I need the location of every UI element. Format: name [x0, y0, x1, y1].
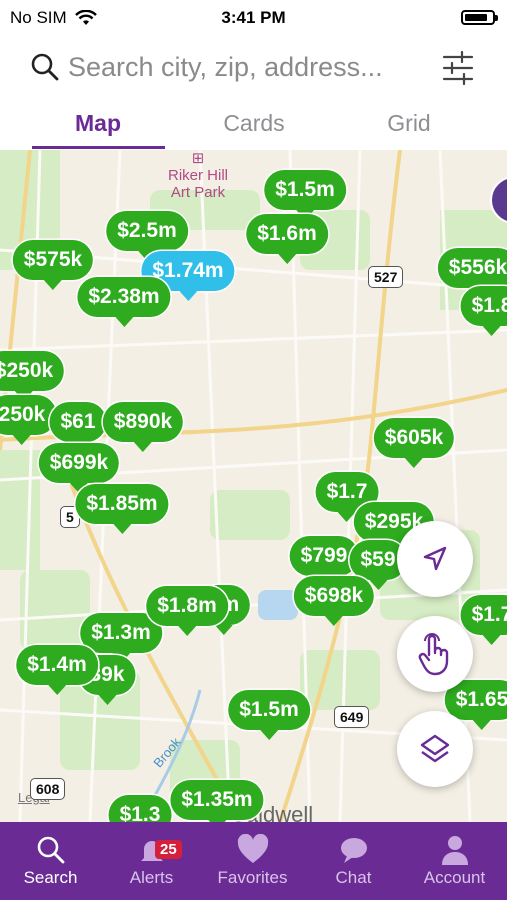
price-label: $575k — [12, 240, 94, 280]
price-pin[interactable]: $1.85m — [75, 484, 169, 534]
price-pin[interactable]: $698k — [293, 576, 375, 626]
price-pin[interactable]: $1.3 — [108, 795, 172, 822]
pin-tail — [405, 458, 423, 468]
nav-label: Favorites — [217, 868, 288, 887]
alert-count-badge: 25 — [155, 840, 182, 859]
locate-button[interactable] — [397, 521, 473, 597]
nav-account[interactable]: Account — [404, 832, 505, 888]
nav-label: Account — [423, 868, 486, 887]
pin-tail — [483, 635, 501, 645]
nav-chat[interactable]: Chat — [303, 832, 404, 888]
clock: 3:41 PM — [221, 8, 286, 27]
navigation-arrow-icon — [423, 546, 447, 571]
price-label: $2.38m — [77, 277, 171, 317]
price-pin[interactable]: $1.4m — [16, 645, 98, 695]
search-icon — [31, 53, 59, 81]
pin-tail — [114, 317, 133, 327]
price-label: $799 — [289, 536, 359, 576]
price-label: $2.5m — [106, 211, 188, 251]
price-label: $1.8 — [460, 286, 507, 326]
price-label: $605k — [373, 418, 455, 458]
pin-tail — [483, 326, 501, 336]
highway-shield: 608 — [30, 778, 66, 800]
price-pin[interactable]: $1.6m — [246, 214, 328, 264]
pin-tail — [259, 730, 278, 740]
layers-button[interactable] — [397, 711, 473, 787]
pin-tail — [177, 626, 196, 636]
tab-bar: Search Alerts 25 Favorites Chat Account — [0, 822, 507, 900]
pin-tail — [112, 524, 131, 534]
tab-map[interactable]: Map — [28, 110, 168, 137]
search-icon — [37, 836, 64, 864]
price-label: $1.7 — [460, 595, 507, 635]
price-label: $1.6m — [246, 214, 328, 254]
price-pin[interactable]: $2.38m — [77, 277, 171, 327]
price-label: $1.5m — [228, 690, 310, 730]
price-label: $556k — [437, 248, 507, 288]
heart-icon — [237, 834, 268, 863]
price-label: $1.8m — [146, 586, 228, 626]
nav-label: Chat — [335, 868, 372, 887]
nav-label: Alerts — [129, 868, 174, 887]
price-label: $1.5m — [264, 170, 346, 210]
price-pin[interactable]: $1.35m — [170, 780, 264, 822]
price-pin[interactable]: 250k — [0, 395, 57, 445]
highway-shield: 649 — [334, 706, 370, 728]
pin-tail — [13, 435, 31, 445]
filter-icon[interactable] — [440, 48, 476, 88]
search-bar[interactable]: Search city, zip, address... — [0, 40, 507, 96]
map-view[interactable]: ⊞ Riker Hill Art Park Caldwell Legal Bro… — [0, 150, 507, 822]
pin-tail — [178, 291, 197, 301]
pin-tail — [47, 685, 66, 695]
price-pin[interactable]: $605k — [373, 418, 455, 468]
active-tab-indicator — [32, 146, 165, 149]
battery-icon — [461, 10, 498, 25]
price-label: $699k — [38, 443, 120, 483]
price-pin[interactable]: $1.8m — [146, 586, 228, 636]
layers-icon — [420, 734, 450, 763]
price-label: $250k — [0, 351, 65, 391]
view-tabs: Map Cards Grid — [0, 104, 507, 151]
hand-pointer-icon — [418, 633, 449, 676]
price-label: $890k — [102, 402, 184, 442]
price-label: $1.35m — [170, 780, 264, 820]
price-label: $698k — [293, 576, 375, 616]
status-bar: No SIM 3:41 PM — [0, 0, 507, 34]
nav-alerts[interactable]: Alerts 25 — [101, 832, 202, 888]
price-pin[interactable]: $250k — [0, 351, 65, 401]
price-label: $1.85m — [75, 484, 169, 524]
pin-tail — [325, 616, 343, 626]
price-pin[interactable]: $1.8 — [460, 286, 507, 336]
price-label: $1.4m — [16, 645, 98, 685]
price-pin[interactable]: $1.5m — [228, 690, 310, 740]
nav-favorites[interactable]: Favorites — [202, 832, 303, 888]
pin-tail — [134, 442, 152, 452]
nav-search[interactable]: Search — [0, 832, 101, 888]
price-label: $1.3 — [108, 795, 172, 822]
person-icon — [441, 836, 468, 865]
draw-button[interactable] — [397, 616, 473, 692]
pin-tail — [473, 720, 491, 730]
highway-shield: 527 — [368, 266, 404, 288]
chat-icon — [340, 838, 367, 863]
price-label: 250k — [0, 395, 57, 435]
nav-label: Search — [23, 868, 78, 887]
price-label: $61 — [49, 402, 107, 442]
pin-tail — [44, 280, 62, 290]
tab-grid[interactable]: Grid — [339, 110, 479, 137]
pin-tail — [277, 254, 296, 264]
price-pin[interactable]: $1.5m — [264, 170, 346, 220]
tab-cards[interactable]: Cards — [184, 110, 324, 137]
search-input[interactable]: Search city, zip, address... — [68, 52, 383, 83]
poi-label: ⊞ Riker Hill Art Park — [168, 150, 228, 201]
pin-tail — [97, 695, 116, 705]
